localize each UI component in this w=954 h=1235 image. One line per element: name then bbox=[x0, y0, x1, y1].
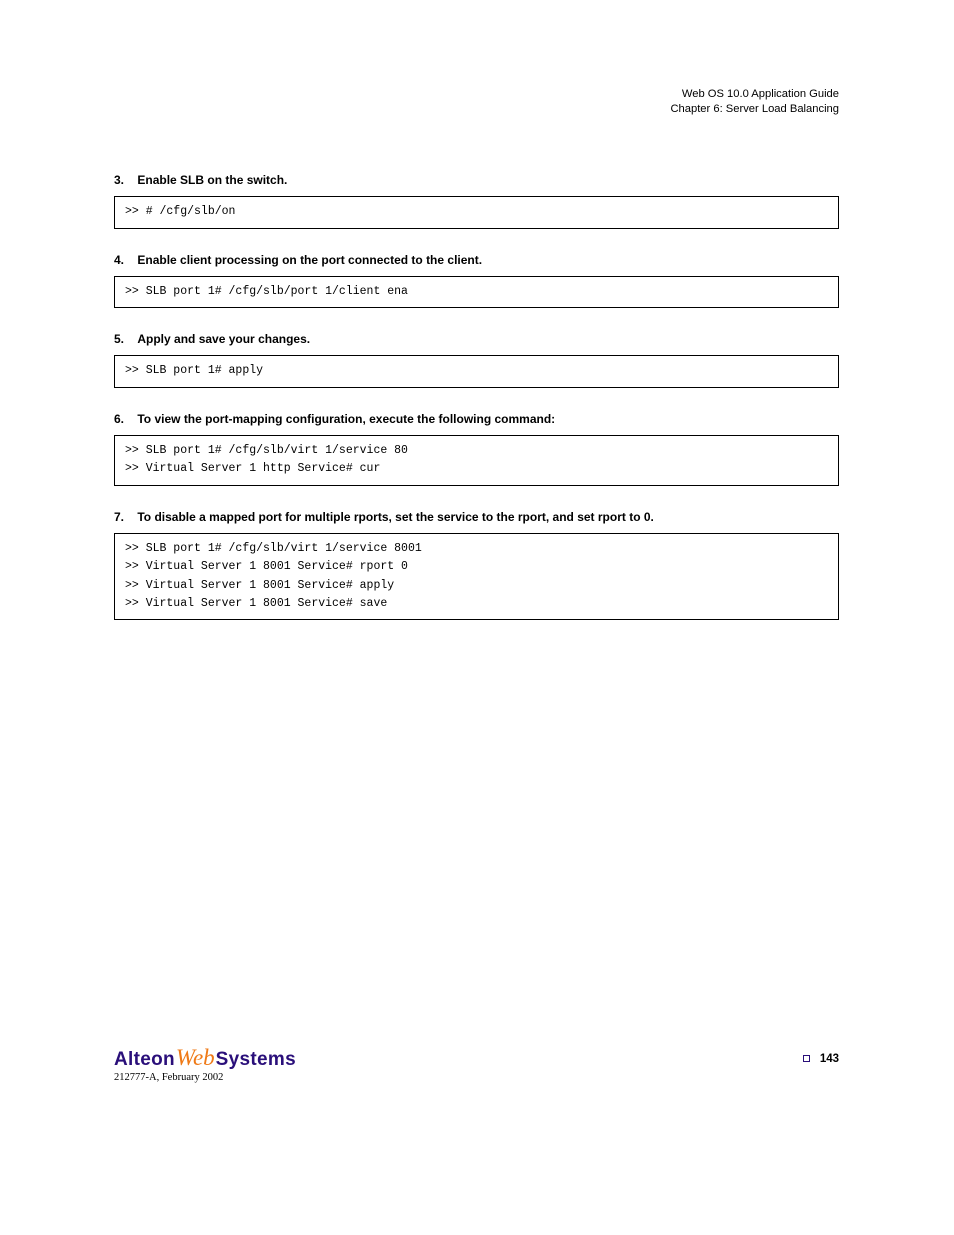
command-box: >> SLB port 1# /cfg/slb/virt 1/service 8… bbox=[114, 533, 839, 621]
step-title: Enable client processing on the port con… bbox=[137, 253, 482, 267]
step-5: 5. Apply and save your changes. >> SLB p… bbox=[114, 330, 839, 388]
logo-web: Web bbox=[176, 1046, 215, 1069]
step-number: 5. bbox=[114, 332, 124, 346]
step-number: 4. bbox=[114, 253, 124, 267]
step-head: 7. To disable a mapped port for multiple… bbox=[142, 508, 839, 527]
step-7: 7. To disable a mapped port for multiple… bbox=[114, 508, 839, 621]
command-box: >> SLB port 1# /cfg/slb/port 1/client en… bbox=[114, 276, 839, 308]
page-content: Web OS 10.0 Application Guide Chapter 6:… bbox=[114, 88, 839, 620]
step-title: To disable a mapped port for multiple rp… bbox=[137, 510, 654, 524]
step-head: 6. To view the port-mapping configuratio… bbox=[142, 410, 839, 429]
footer-right: 143 bbox=[803, 1053, 839, 1065]
step-title: Apply and save your changes. bbox=[137, 332, 310, 346]
step-head: 5. Apply and save your changes. bbox=[142, 330, 839, 349]
step-3: 3. Enable SLB on the switch. >> # /cfg/s… bbox=[114, 171, 839, 229]
doc-subtitle: Chapter 6: Server Load Balancing bbox=[114, 103, 839, 115]
command-box: >> SLB port 1# apply bbox=[114, 355, 839, 387]
doc-title: Web OS 10.0 Application Guide bbox=[114, 88, 839, 100]
step-number: 3. bbox=[114, 173, 124, 187]
step-4: 4. Enable client processing on the port … bbox=[114, 251, 839, 309]
step-head: 3. Enable SLB on the switch. bbox=[142, 171, 839, 190]
command-box: >> # /cfg/slb/on bbox=[114, 196, 839, 228]
logo-alteon: Alteon bbox=[114, 1049, 175, 1071]
step-title: Enable SLB on the switch. bbox=[137, 173, 287, 187]
step-title: To view the port-mapping configuration, … bbox=[137, 412, 555, 426]
logo-systems: Systems bbox=[216, 1049, 296, 1071]
doc-header: Web OS 10.0 Application Guide Chapter 6:… bbox=[114, 88, 839, 115]
step-number: 7. bbox=[114, 510, 124, 524]
square-icon bbox=[803, 1055, 810, 1062]
footer-docid: 212777-A, February 2002 bbox=[114, 1072, 223, 1083]
page-footer: AlteonWebSystems 143 bbox=[114, 1046, 839, 1071]
step-6: 6. To view the port-mapping configuratio… bbox=[114, 410, 839, 486]
step-number: 6. bbox=[114, 412, 124, 426]
page-number: 143 bbox=[820, 1053, 839, 1065]
step-head: 4. Enable client processing on the port … bbox=[142, 251, 839, 270]
logo: AlteonWebSystems bbox=[114, 1046, 296, 1071]
command-box: >> SLB port 1# /cfg/slb/virt 1/service 8… bbox=[114, 435, 839, 486]
